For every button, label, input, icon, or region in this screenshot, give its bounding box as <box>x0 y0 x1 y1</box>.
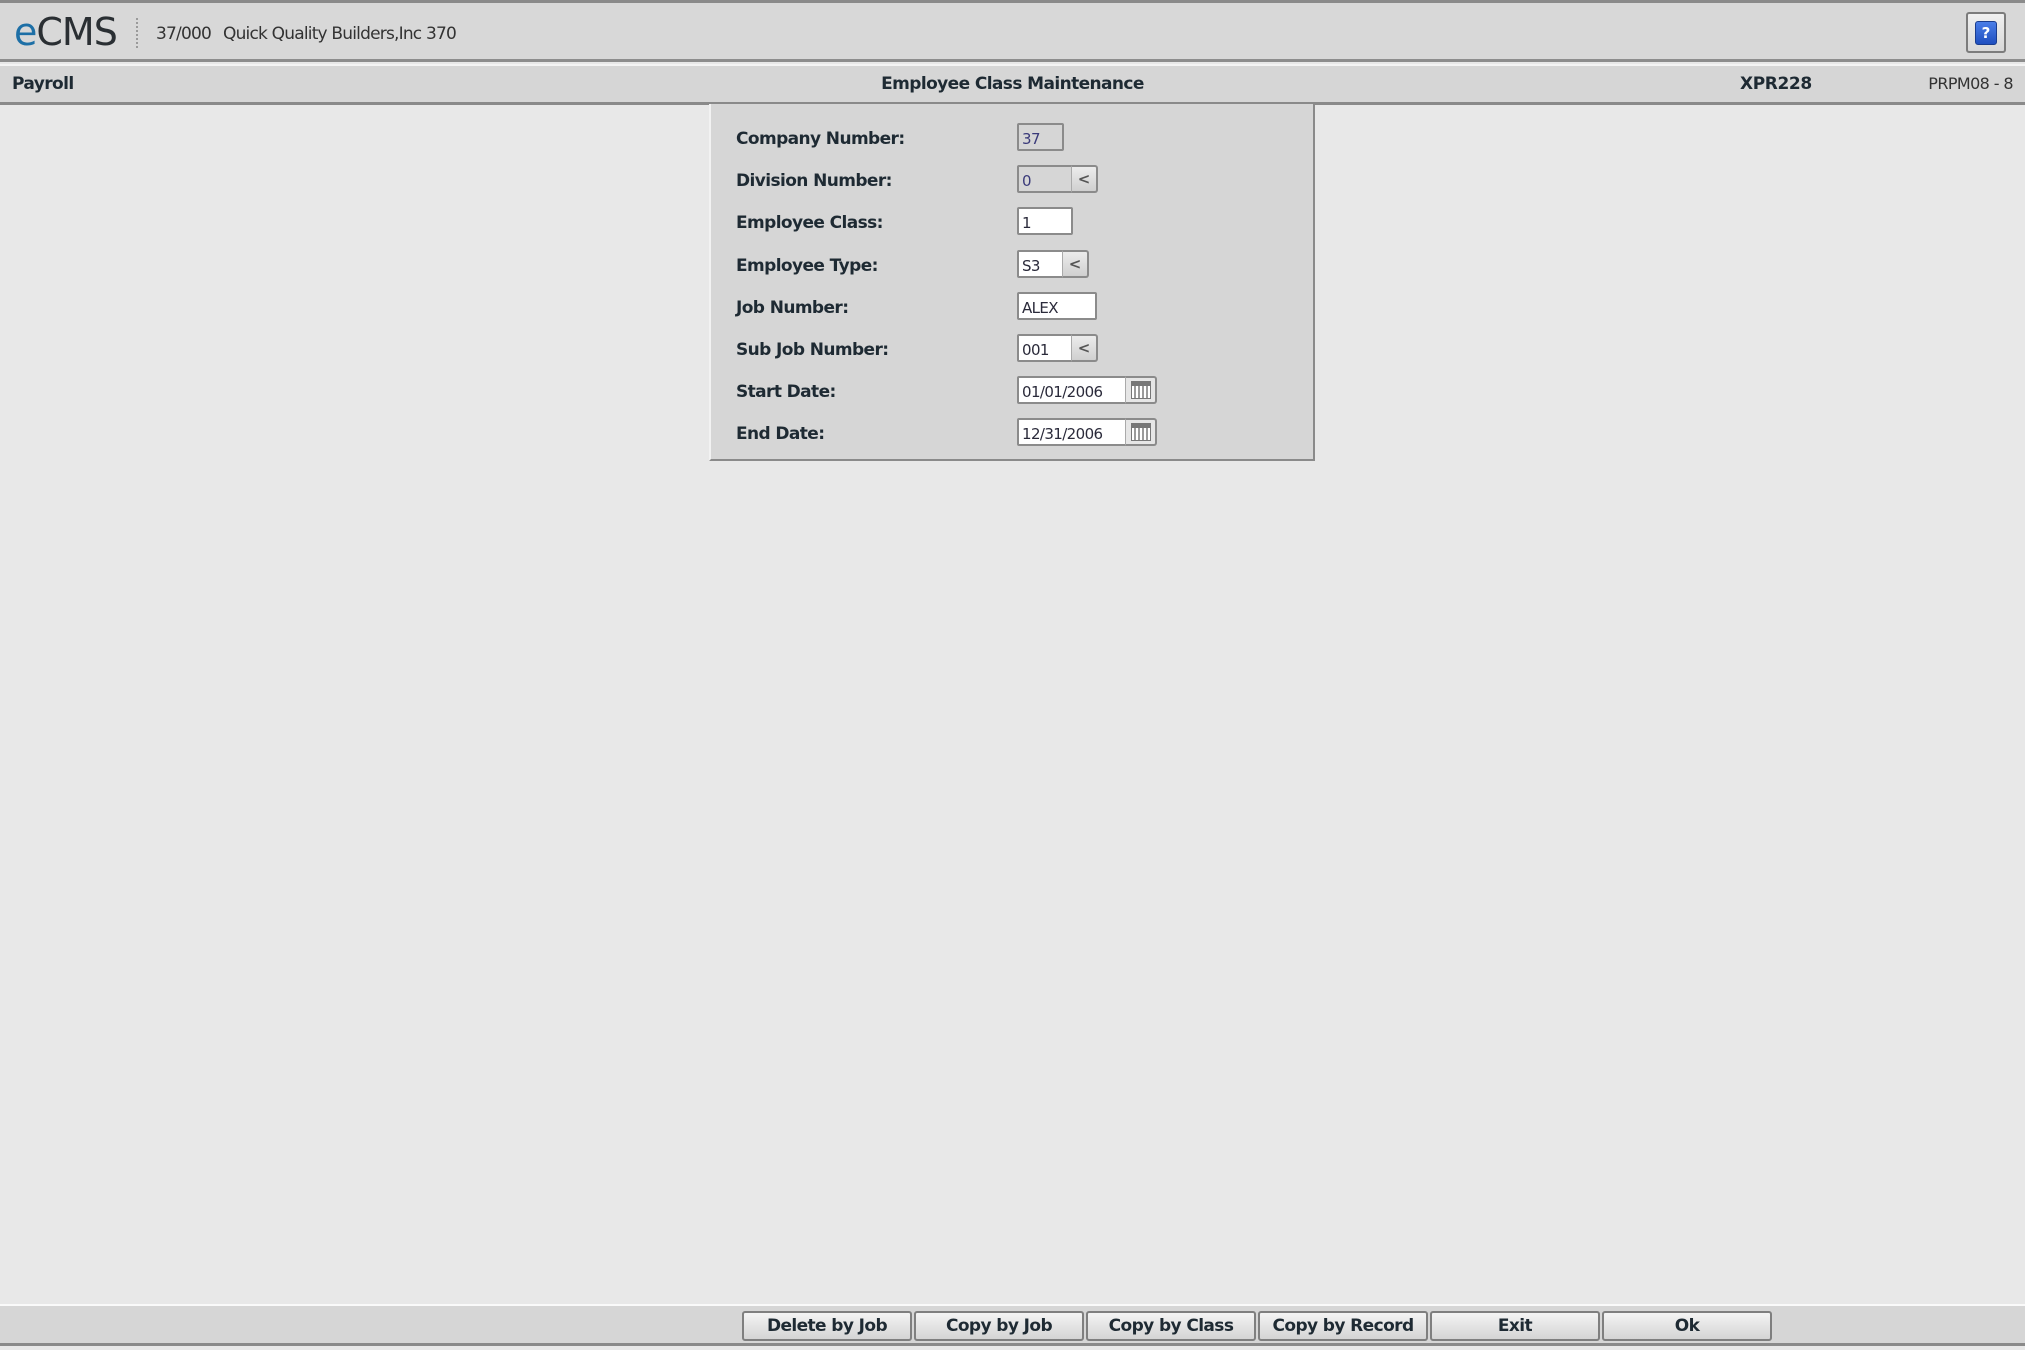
employee-type-row: Employee Type: < <box>711 250 1313 278</box>
employee-class-row: Employee Class: <box>711 207 1313 235</box>
employee-type-label: Employee Type: <box>736 256 878 276</box>
chevron-left-icon: < <box>1068 255 1082 273</box>
calendar-icon <box>1130 381 1151 399</box>
ecms-logo: eCMS <box>14 10 118 54</box>
employee-class-form: Company Number: Division Number: < Emplo… <box>709 104 1315 461</box>
app-header: eCMS 37/000 Quick Quality Builders,Inc 3… <box>0 0 2025 62</box>
employee-type-field[interactable] <box>1017 250 1064 278</box>
chevron-left-icon: < <box>1077 339 1091 357</box>
sub-job-number-label: Sub Job Number: <box>736 340 889 360</box>
copy-by-record-button[interactable]: Copy by Record <box>1258 1311 1428 1341</box>
start-date-calendar-button[interactable] <box>1125 376 1157 404</box>
start-date-row: Start Date: <box>711 376 1313 404</box>
start-date-label: Start Date: <box>736 382 836 402</box>
company-number-row: Company Number: <box>711 123 1313 151</box>
header-divider <box>136 18 140 48</box>
division-number-field <box>1017 165 1073 193</box>
end-date-row: End Date: <box>711 418 1313 446</box>
employee-class-field[interactable] <box>1017 207 1073 235</box>
start-date-field[interactable] <box>1017 376 1127 404</box>
delete-by-job-button[interactable]: Delete by Job <box>742 1311 912 1341</box>
help-icon: ? <box>1975 20 1997 45</box>
copy-by-class-button[interactable]: Copy by Class <box>1086 1311 1256 1341</box>
page-title: Employee Class Maintenance <box>881 74 1144 94</box>
end-date-field[interactable] <box>1017 418 1127 446</box>
company-number-label: Company Number: <box>736 129 905 149</box>
copy-by-job-button[interactable]: Copy by Job <box>914 1311 1084 1341</box>
division-number-row: Division Number: < <box>711 165 1313 193</box>
company-code: 37/000 <box>156 24 212 44</box>
calendar-icon <box>1130 423 1151 441</box>
job-number-label: Job Number: <box>736 298 849 318</box>
logo-prefix: e <box>14 10 37 54</box>
company-number-field <box>1017 123 1064 151</box>
employee-class-label: Employee Class: <box>736 213 883 233</box>
division-number-label: Division Number: <box>736 171 892 191</box>
program-id: XPR228 <box>1740 74 1812 94</box>
sub-job-lookup-button[interactable]: < <box>1071 334 1098 362</box>
end-date-label: End Date: <box>736 424 825 444</box>
screen-id: PRPM08 - 8 <box>1928 74 2013 93</box>
company-name: Quick Quality Builders,Inc 370 <box>223 24 457 44</box>
help-button[interactable]: ? <box>1966 12 2006 53</box>
chevron-left-icon: < <box>1077 170 1091 188</box>
job-number-row: Job Number: <box>711 292 1313 320</box>
end-date-calendar-button[interactable] <box>1125 418 1157 446</box>
job-number-field[interactable] <box>1017 292 1097 320</box>
employee-type-lookup-button[interactable]: < <box>1062 250 1089 278</box>
ok-button[interactable]: Ok <box>1602 1311 1772 1341</box>
screen-header: Payroll Employee Class Maintenance XPR22… <box>0 64 2025 105</box>
division-lookup-button[interactable]: < <box>1071 165 1098 193</box>
sub-job-number-field[interactable] <box>1017 334 1073 362</box>
exit-button[interactable]: Exit <box>1430 1311 1600 1341</box>
sub-job-number-row: Sub Job Number: < <box>711 334 1313 362</box>
action-bar: Delete by Job Copy by Job Copy by Class … <box>0 1304 2025 1346</box>
logo-suffix: CMS <box>36 10 117 54</box>
